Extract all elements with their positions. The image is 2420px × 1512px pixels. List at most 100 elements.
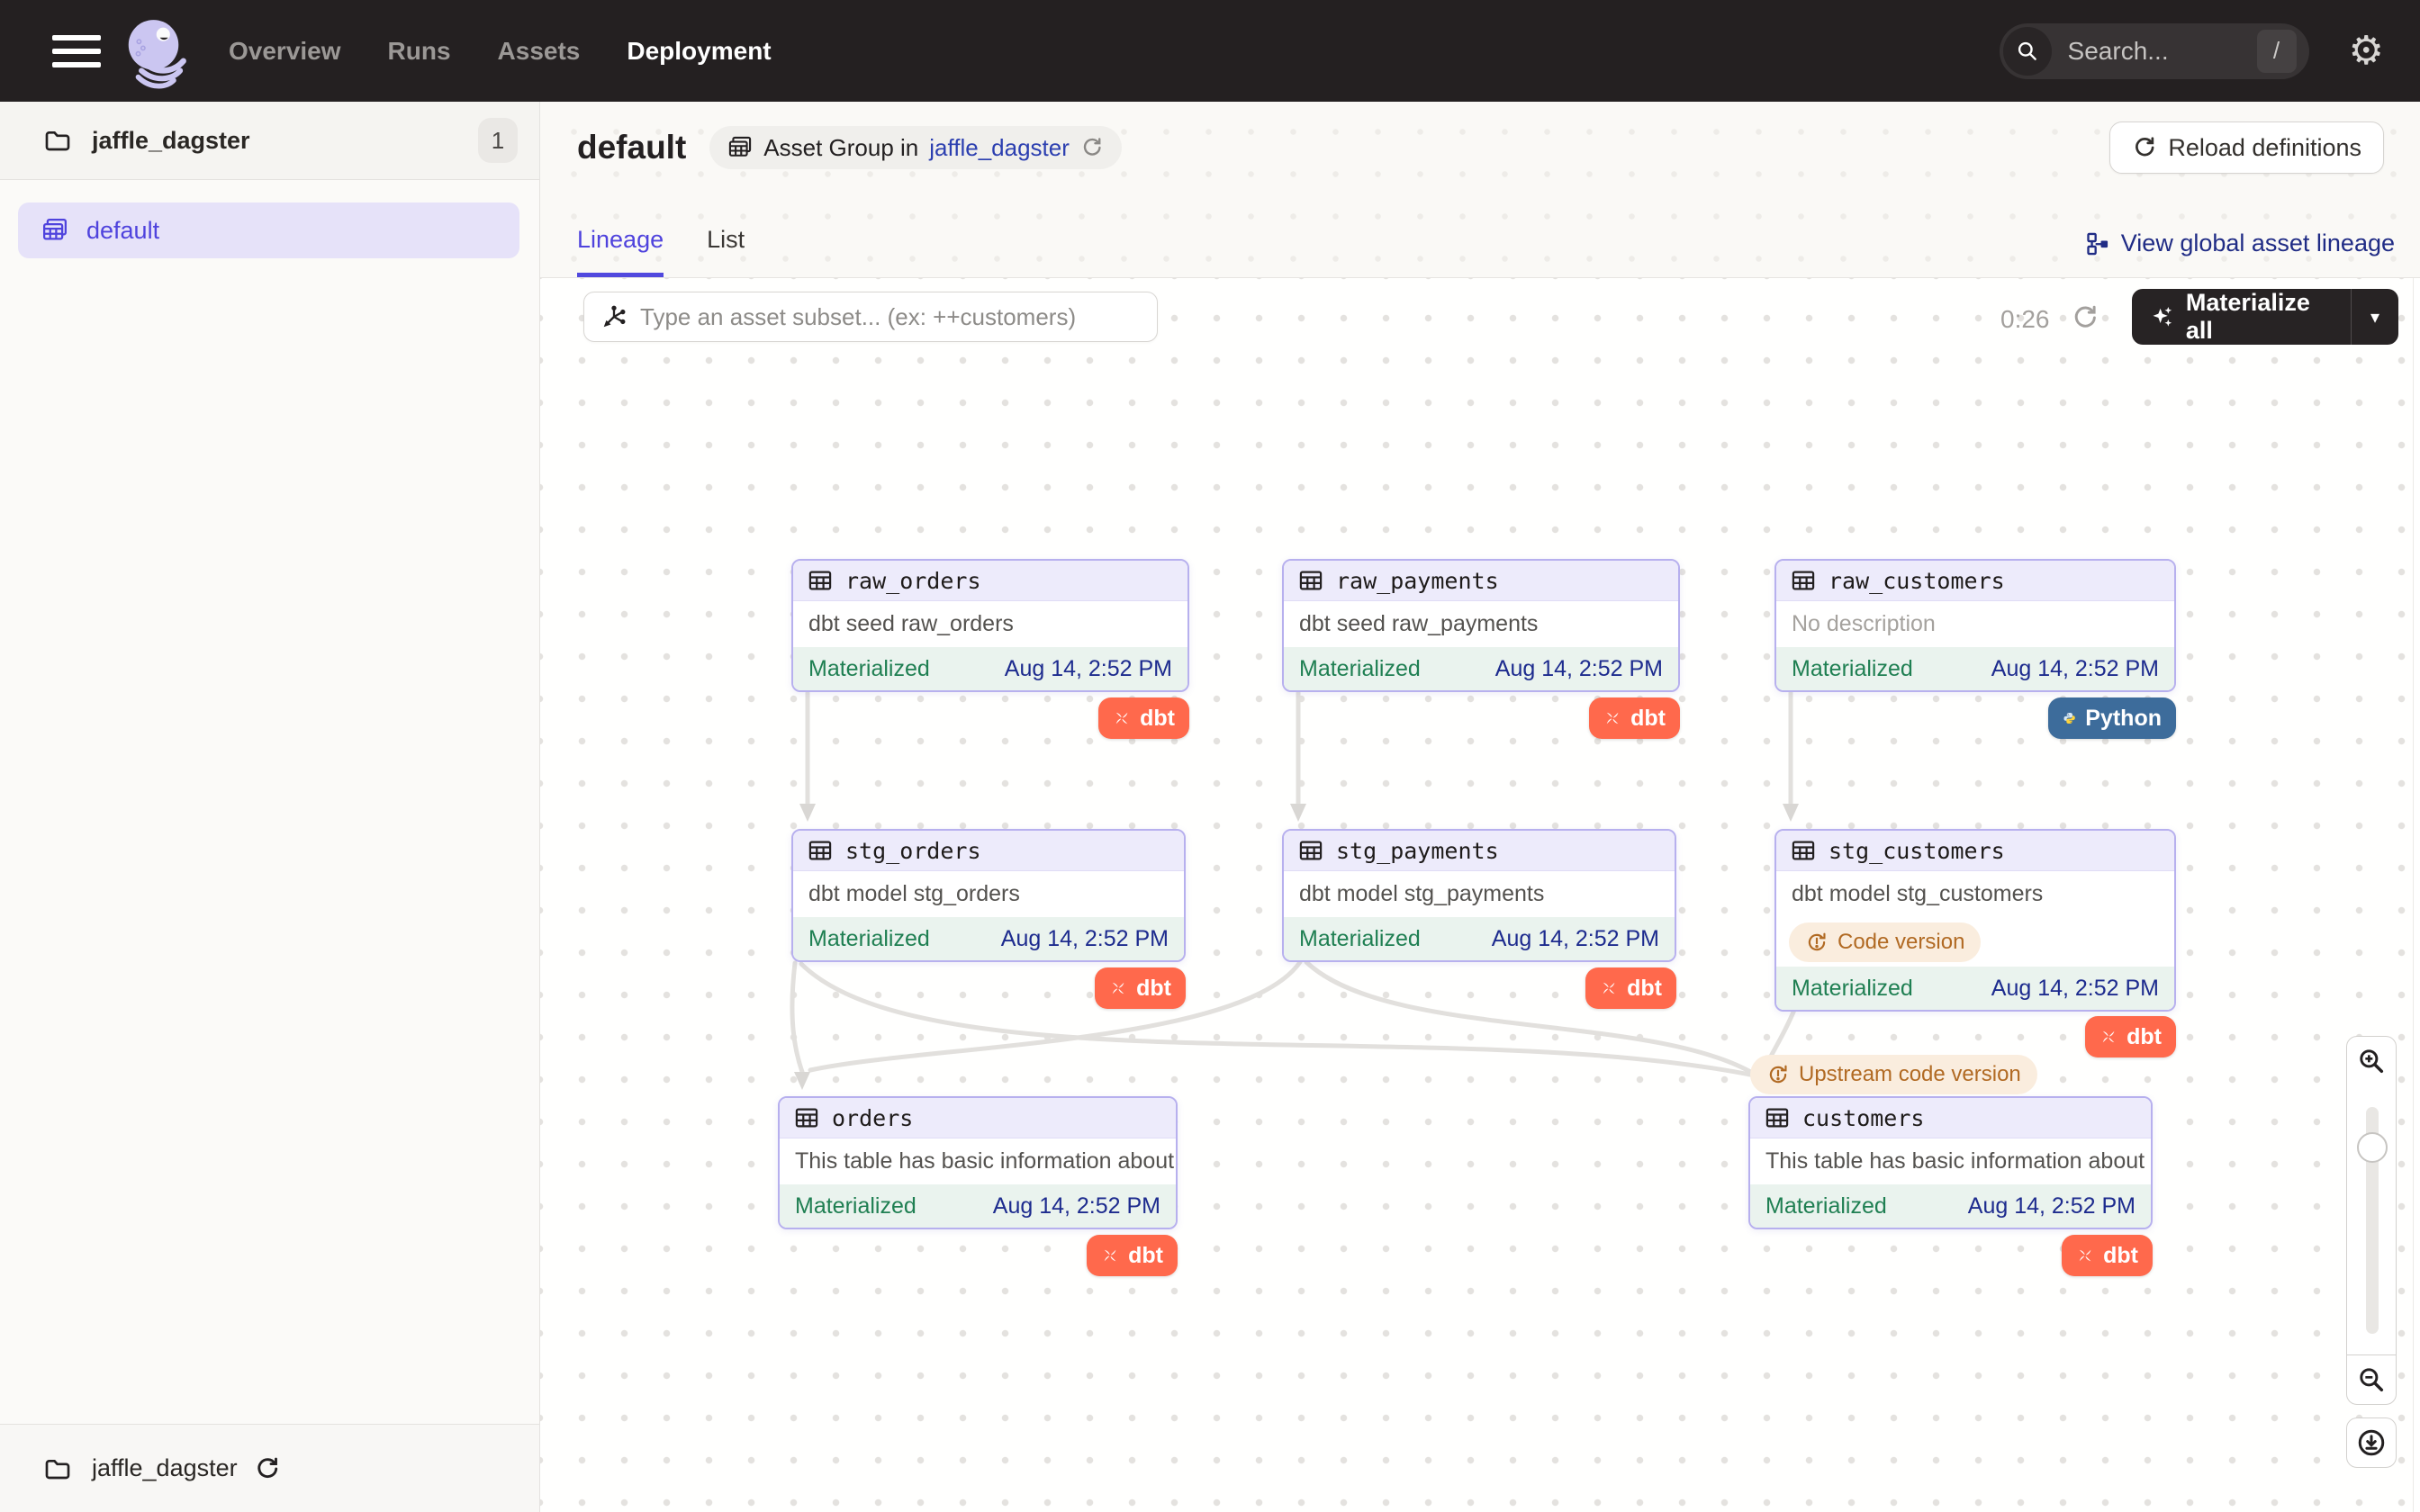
nav-assets[interactable]: Assets: [498, 37, 581, 66]
footer-repo-label: jaffle_dagster: [92, 1454, 238, 1482]
menu-icon[interactable]: [52, 33, 101, 69]
asset-node[interactable]: raw_orders dbt seed raw_orders Materiali…: [791, 559, 1189, 692]
asset-node-header: stg_customers: [1776, 831, 2174, 871]
materialized-timestamp: Aug 14, 2:52 PM: [1005, 656, 1172, 682]
download-graph-button[interactable]: [2346, 1418, 2397, 1468]
asset-description: This table has basic information about .…: [780, 1138, 1176, 1184]
materialized-status: Materialized: [1792, 656, 1913, 682]
asset-node-header: customers: [1750, 1098, 2151, 1138]
asset-name: customers: [1802, 1105, 1924, 1131]
zoom-slider[interactable]: [2346, 1085, 2397, 1355]
dbt-badge[interactable]: dbt: [1098, 698, 1189, 739]
settings-gear-icon[interactable]: ⚙: [2349, 32, 2384, 71]
asset-status-bar: Materialized Aug 14, 2:52 PM: [793, 647, 1187, 690]
zoom-in-button[interactable]: [2346, 1036, 2397, 1086]
asset-group-text: Asset Group in: [763, 134, 918, 162]
table-icon: [808, 838, 833, 863]
dbt-badge[interactable]: dbt: [1095, 968, 1186, 1009]
asset-group-icon: [727, 135, 753, 160]
asset-node-header: stg_orders: [793, 831, 1184, 871]
asset-name: stg_payments: [1336, 838, 1499, 864]
asset-subset-placeholder: Type an asset subset... (ex: ++customers…: [640, 303, 1076, 331]
asset-node[interactable]: raw_customers No description Materialize…: [1774, 559, 2176, 692]
dagster-logo[interactable]: [119, 13, 196, 90]
reload-repo-icon[interactable]: [254, 1455, 281, 1482]
dbt-logo-icon: [2076, 1243, 2094, 1268]
materialize-all-button[interactable]: Materialize all ▾: [2132, 289, 2398, 345]
nav-overview[interactable]: Overview: [229, 37, 341, 66]
tab-lineage[interactable]: Lineage: [577, 226, 664, 277]
python-logo-icon: [2063, 706, 2076, 731]
asset-status-bar: Materialized Aug 14, 2:52 PM: [1284, 917, 1675, 960]
materialized-status: Materialized: [808, 656, 930, 682]
upstream-code-version-tag[interactable]: Upstream code version: [1750, 1055, 2037, 1094]
asset-node[interactable]: customers This table has basic informati…: [1748, 1096, 2153, 1229]
group-label: default: [86, 217, 159, 245]
table-icon: [1298, 838, 1323, 863]
folder-icon: [43, 126, 72, 155]
asset-status-bar: Materialized Aug 14, 2:52 PM: [1776, 967, 2174, 1010]
refresh-lineage-icon[interactable]: [2071, 303, 2099, 332]
asset-node-header: raw_orders: [793, 561, 1187, 601]
asset-node[interactable]: orders This table has basic information …: [778, 1096, 1178, 1229]
asset-description: dbt model stg_customers: [1776, 871, 2174, 917]
materialize-dropdown-caret[interactable]: ▾: [2352, 306, 2398, 328]
materialized-timestamp: Aug 14, 2:52 PM: [993, 1193, 1160, 1220]
dbt-badge[interactable]: dbt: [1585, 968, 1676, 1009]
lineage-graph-icon: [2085, 231, 2110, 256]
asset-status-bar: Materialized Aug 14, 2:52 PM: [793, 917, 1184, 960]
asset-node[interactable]: stg_orders dbt model stg_orders Material…: [791, 829, 1186, 962]
repo-count-badge: 1: [478, 118, 518, 163]
asset-group-repo-link[interactable]: jaffle_dagster: [929, 134, 1070, 162]
materialized-timestamp: Aug 14, 2:52 PM: [1495, 656, 1663, 682]
zoom-slider-handle[interactable]: [2357, 1132, 2388, 1163]
asset-node-header: raw_payments: [1284, 561, 1678, 601]
asset-subset-input[interactable]: Type an asset subset... (ex: ++customers…: [583, 292, 1158, 342]
asset-node[interactable]: raw_payments dbt seed raw_payments Mater…: [1282, 559, 1680, 692]
asset-node[interactable]: stg_payments dbt model stg_payments Mate…: [1282, 829, 1676, 962]
zoom-out-button[interactable]: [2346, 1354, 2397, 1405]
materialized-status: Materialized: [1765, 1193, 1887, 1220]
nav-runs[interactable]: Runs: [388, 37, 451, 66]
sidebar-item-jaffle-dagster[interactable]: jaffle_dagster 1: [0, 102, 539, 180]
sidebar-footer: jaffle_dagster: [0, 1424, 539, 1512]
code-version-tag[interactable]: Code version: [1789, 922, 1981, 962]
asset-description: dbt model stg_payments: [1284, 871, 1675, 917]
sidebar-item-default[interactable]: default: [18, 202, 519, 258]
asset-tag-row: Code version: [1776, 917, 2174, 967]
tab-list[interactable]: List: [707, 226, 745, 277]
asset-status-bar: Materialized Aug 14, 2:52 PM: [1750, 1184, 2151, 1228]
search-input[interactable]: Search... /: [2000, 23, 2309, 79]
asset-name: raw_orders: [845, 568, 981, 594]
zoom-out-icon: [2357, 1365, 2386, 1394]
reload-icon: [2132, 135, 2157, 160]
code-version-icon: [1805, 931, 1829, 954]
table-icon: [1791, 838, 1816, 863]
asset-description: dbt seed raw_orders: [793, 601, 1187, 647]
dbt-logo-icon: [1603, 706, 1621, 731]
dbt-logo-icon: [1101, 1243, 1119, 1268]
dbt-badge[interactable]: dbt: [2085, 1016, 2176, 1058]
dbt-badge[interactable]: dbt: [1589, 698, 1680, 739]
asset-description: This table has basic information about .…: [1750, 1138, 2151, 1184]
lineage-canvas[interactable]: Type an asset subset... (ex: ++customers…: [540, 278, 2420, 1512]
refresh-icon[interactable]: [1080, 136, 1104, 159]
reload-definitions-button[interactable]: Reload definitions: [2109, 122, 2384, 174]
dbt-badge[interactable]: dbt: [2062, 1235, 2153, 1276]
search-placeholder: Search...: [2068, 37, 2257, 66]
python-badge[interactable]: Python: [2048, 698, 2176, 739]
materialized-timestamp: Aug 14, 2:52 PM: [1492, 926, 1659, 952]
materialized-timestamp: Aug 14, 2:52 PM: [1001, 926, 1169, 952]
asset-name: stg_customers: [1829, 838, 2005, 864]
pane-scrollbar[interactable]: [2413, 278, 2420, 1512]
dbt-badge[interactable]: dbt: [1087, 1235, 1178, 1276]
asset-node[interactable]: stg_customers dbt model stg_customers Co…: [1774, 829, 2176, 1012]
code-version-icon: [1766, 1063, 1790, 1086]
top-nav-links: Overview Runs Assets Deployment: [229, 37, 772, 66]
download-icon: [2356, 1427, 2387, 1458]
asset-status-bar: Materialized Aug 14, 2:52 PM: [1776, 647, 2174, 690]
table-icon: [794, 1105, 819, 1130]
dbt-logo-icon: [1109, 976, 1127, 1001]
nav-deployment[interactable]: Deployment: [627, 37, 771, 66]
view-global-asset-lineage-link[interactable]: View global asset lineage: [2085, 230, 2395, 277]
